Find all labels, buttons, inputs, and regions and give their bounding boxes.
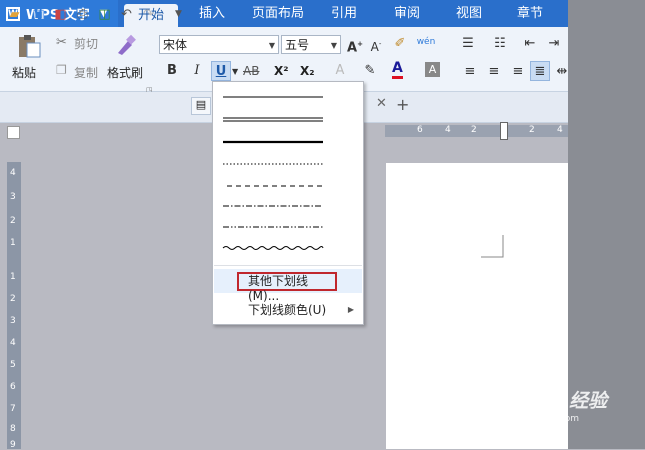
margin-corner-icon bbox=[481, 235, 504, 258]
tab-review[interactable]: 审阅 bbox=[385, 0, 429, 27]
document-tab-icon[interactable]: ▤ bbox=[191, 97, 211, 115]
ruler-tick: 3 bbox=[10, 192, 16, 202]
align-left-icon[interactable]: ≡ bbox=[460, 62, 480, 82]
watermark-logo: Bai du 经验 bbox=[495, 390, 608, 412]
ruler-tick: 3 bbox=[10, 316, 16, 326]
chevron-down-icon[interactable]: ▼ bbox=[170, 6, 187, 23]
ruler-tick: 7 bbox=[10, 404, 16, 414]
ruler-tick: 2 bbox=[471, 125, 477, 135]
increase-indent-icon[interactable]: ⇥ bbox=[544, 34, 564, 54]
ruler-tick: 4 bbox=[10, 168, 16, 178]
ruler-tick: 2 bbox=[10, 294, 16, 304]
font-name-combo[interactable]: 宋体 ▼ bbox=[159, 35, 279, 54]
close-icon[interactable]: ✕ bbox=[376, 96, 390, 116]
format-painter-button[interactable]: 格式刷 bbox=[107, 64, 143, 81]
ruler-tick: 2 bbox=[10, 216, 16, 226]
clear-format-icon[interactable]: ✐ bbox=[390, 34, 410, 54]
horizontal-ruler: 6 4 2 2 4 bbox=[385, 125, 568, 137]
ruler-tick: 1 bbox=[10, 272, 16, 282]
export-pdf-icon[interactable]: ◧ bbox=[52, 6, 69, 23]
chevron-down-icon: ▼ bbox=[268, 41, 275, 50]
vertical-ruler: 4 3 2 1 1 2 3 4 5 6 7 8 9 bbox=[7, 162, 21, 450]
chevron-down-icon[interactable]: ▼ bbox=[232, 67, 238, 76]
ruler-tick: 4 bbox=[10, 338, 16, 348]
open-folder-icon[interactable]: ▰ bbox=[6, 6, 23, 23]
ruler-tick: 8 bbox=[10, 424, 16, 434]
bold-button[interactable]: B bbox=[162, 61, 182, 81]
menu-separator bbox=[214, 265, 362, 266]
shrink-font-icon[interactable]: A- bbox=[366, 34, 386, 54]
bullets-icon[interactable]: ☰ bbox=[458, 34, 478, 54]
numbering-icon[interactable]: ☷ bbox=[490, 34, 510, 54]
char-shading-icon[interactable]: A bbox=[425, 62, 440, 77]
ruler-tick: 1 bbox=[10, 238, 16, 248]
phonetic-guide-icon[interactable]: wén bbox=[416, 32, 436, 52]
undo-icon[interactable]: ↶ bbox=[118, 6, 135, 23]
justify-icon[interactable]: ≣ bbox=[530, 61, 550, 81]
decrease-indent-icon[interactable]: ⇤ bbox=[520, 34, 540, 54]
tab-references[interactable]: 引用 bbox=[322, 0, 366, 27]
ruler-tick: 6 bbox=[417, 125, 423, 135]
print-preview-icon[interactable]: ◫ bbox=[96, 6, 113, 23]
redo-icon[interactable]: ↷ bbox=[140, 6, 157, 23]
ruler-tick: 4 bbox=[445, 125, 451, 135]
submenu-arrow-icon: ▶ bbox=[347, 305, 354, 314]
subscript-button[interactable]: X₂ bbox=[300, 64, 315, 78]
tab-insert[interactable]: 插入 bbox=[190, 0, 234, 27]
tab-page-layout[interactable]: 页面布局 bbox=[246, 0, 310, 27]
tab-section[interactable]: 章节 bbox=[508, 0, 552, 27]
highlight-icon[interactable]: ✎ bbox=[360, 61, 380, 81]
ruler-tick: 2 bbox=[529, 125, 535, 135]
ruler-corner-icon[interactable] bbox=[7, 126, 20, 139]
more-underlines-label: 其他下划线(M)... bbox=[237, 272, 337, 303]
superscript-button[interactable]: X² bbox=[274, 64, 289, 78]
underline-color-item[interactable]: 下划线颜色(U) ▶ bbox=[214, 298, 362, 322]
italic-button[interactable]: I bbox=[187, 61, 207, 81]
align-center-icon[interactable]: ≡ bbox=[484, 62, 504, 82]
copy-icon[interactable]: ❐ bbox=[56, 63, 67, 77]
underline-button[interactable]: U bbox=[211, 61, 231, 81]
print-icon[interactable]: ⎙ bbox=[74, 6, 91, 23]
scissors-icon[interactable]: ✂ bbox=[56, 35, 67, 50]
tab-view[interactable]: 视图 bbox=[447, 0, 491, 27]
cut-button[interactable]: 剪切 bbox=[74, 35, 98, 52]
underline-color-label: 下划线颜色(U) bbox=[248, 303, 327, 317]
underline-wave-icon bbox=[222, 246, 324, 250]
ruler-tick: 6 bbox=[10, 382, 16, 392]
ruler-tick: 5 bbox=[10, 360, 16, 370]
save-icon[interactable]: ▣ bbox=[30, 6, 47, 23]
font-size-combo[interactable]: 五号 ▼ bbox=[281, 35, 341, 54]
font-color-button[interactable]: A bbox=[392, 60, 403, 79]
font-size-value: 五号 bbox=[285, 38, 310, 52]
paste-icon[interactable] bbox=[16, 33, 42, 59]
watermark-url: jingyan.baidu.com bbox=[496, 414, 580, 424]
copy-button[interactable]: 复制 bbox=[74, 64, 98, 81]
font-name-value: 宋体 bbox=[163, 38, 188, 52]
more-underlines-item[interactable]: 其他下划线(M)... bbox=[214, 269, 362, 303]
ruler-tick: 4 bbox=[557, 125, 563, 135]
strikethrough-button[interactable]: AB bbox=[243, 64, 259, 78]
text-effect-icon[interactable]: A bbox=[330, 61, 350, 81]
paste-button[interactable]: 粘贴 bbox=[12, 64, 36, 81]
new-tab-icon[interactable]: + bbox=[396, 95, 409, 114]
indent-marker-icon[interactable] bbox=[500, 122, 508, 140]
side-panel bbox=[568, 0, 645, 449]
format-painter-icon[interactable] bbox=[114, 33, 138, 57]
underline-style-menu: 其他下划线(M)... 下划线颜色(U) ▶ bbox=[212, 81, 364, 325]
grow-font-icon[interactable]: A+ bbox=[345, 34, 365, 55]
align-right-icon[interactable]: ≡ bbox=[508, 62, 528, 82]
underline-style-list[interactable] bbox=[213, 82, 363, 262]
chevron-down-icon: ▼ bbox=[330, 41, 337, 50]
